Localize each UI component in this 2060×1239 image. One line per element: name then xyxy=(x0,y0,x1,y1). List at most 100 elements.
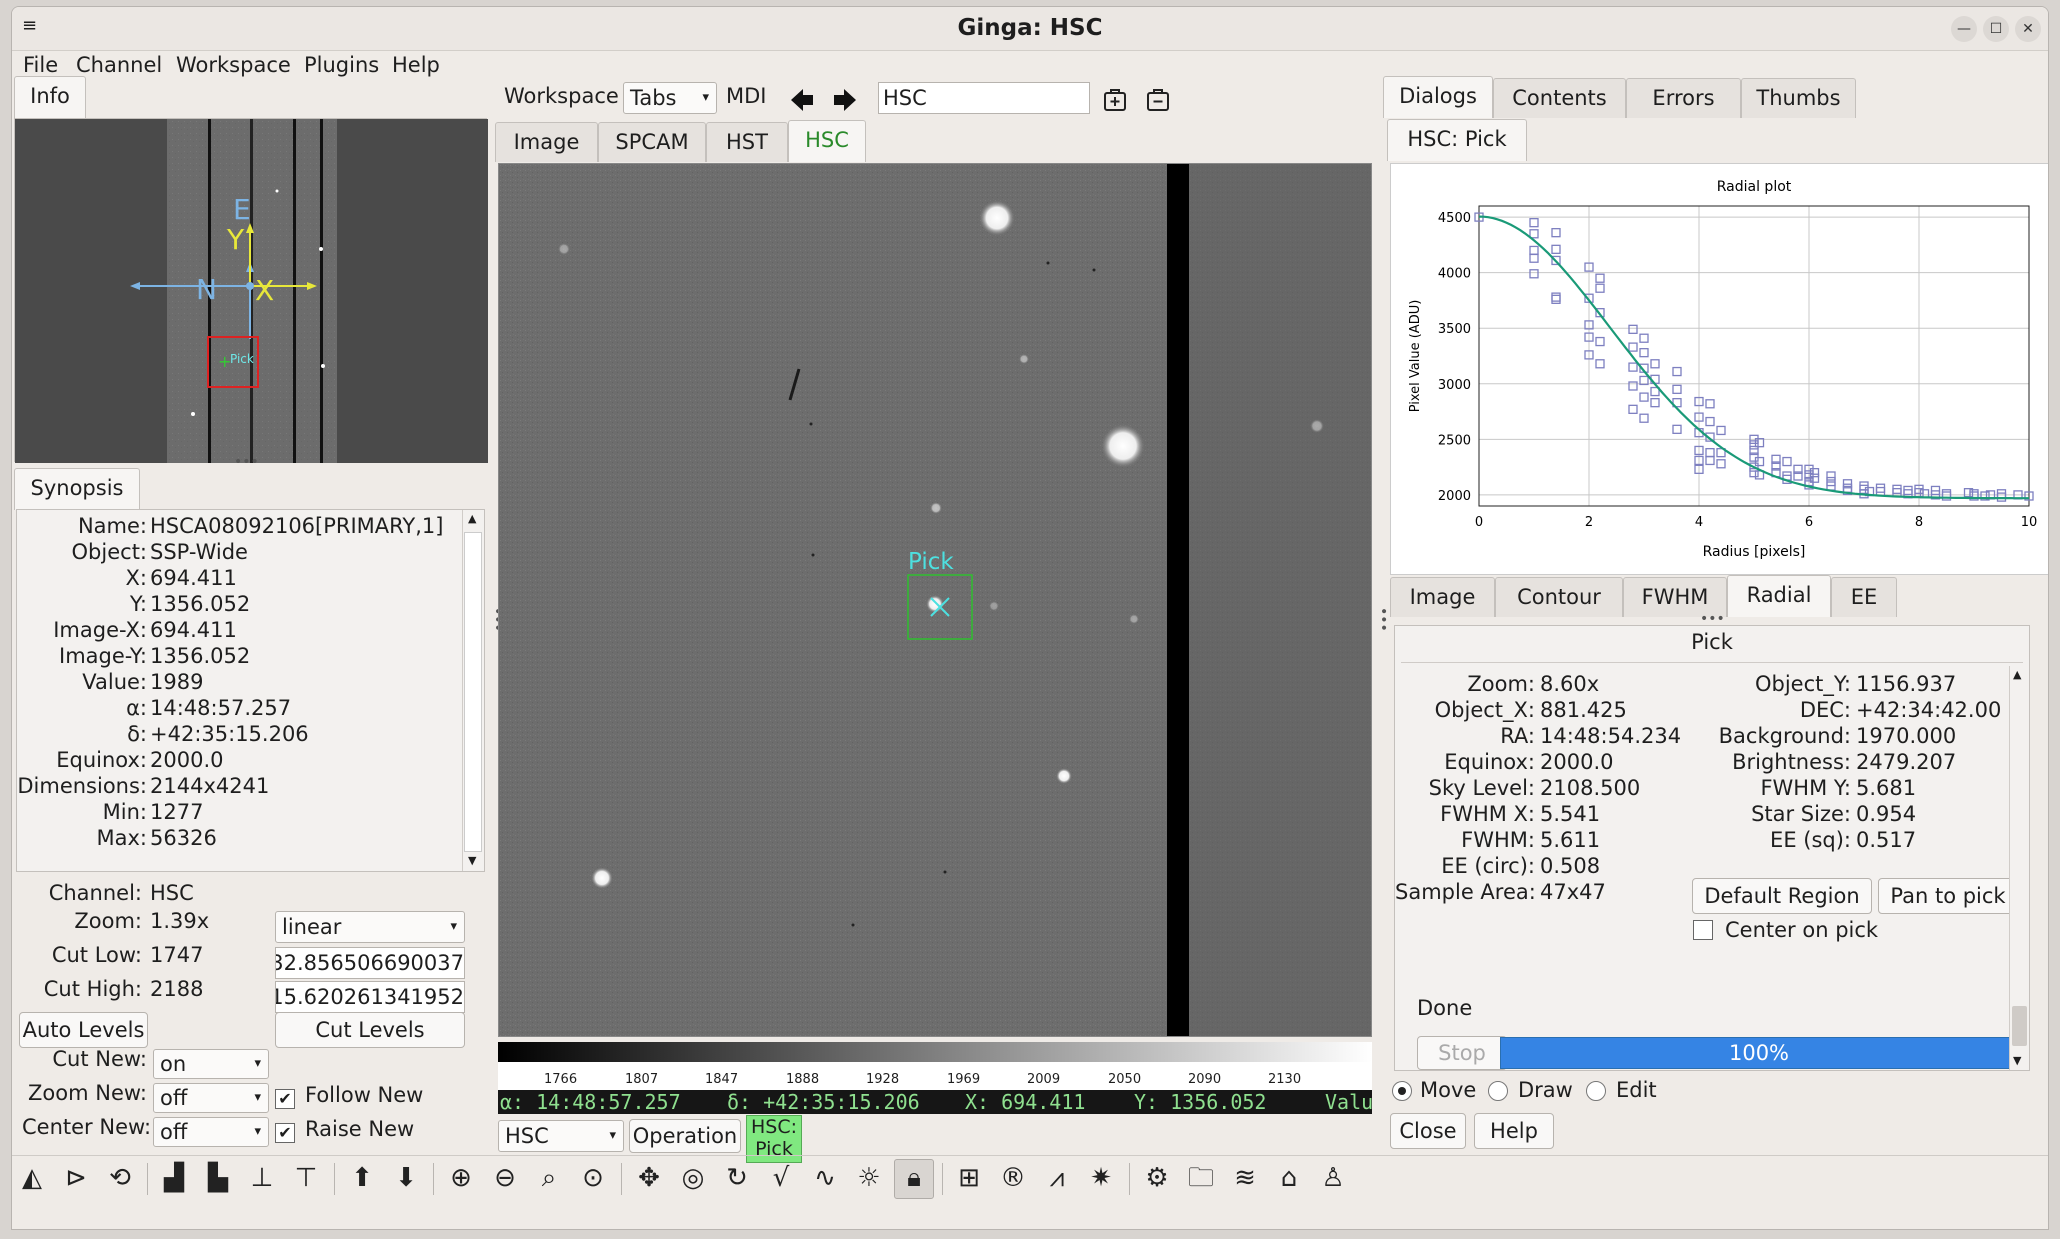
layers-icon[interactable]: ≋ xyxy=(1229,1162,1261,1194)
tab-dialogs[interactable]: Dialogs xyxy=(1383,76,1493,118)
scroll-down-icon[interactable]: ▼ xyxy=(468,854,476,867)
prev-workspace-icon[interactable] xyxy=(789,87,815,113)
scroll-up-icon[interactable]: ▲ xyxy=(2013,668,2021,681)
reset-rotation-icon[interactable]: ® xyxy=(997,1162,1029,1194)
maximize-icon[interactable]: ☐ xyxy=(1983,16,2009,42)
auto-levels-button[interactable]: Auto Levels xyxy=(19,1012,148,1048)
tag-icon[interactable]: ⌂ xyxy=(1273,1162,1305,1194)
close-window-icon[interactable]: ✕ xyxy=(2015,16,2041,42)
delete-workspace-icon[interactable] xyxy=(1145,87,1171,113)
crosshair-icon[interactable]: ⊞ xyxy=(953,1162,985,1194)
microscope-icon[interactable]: ♙ xyxy=(1317,1162,1349,1194)
center-on-pick-checkbox[interactable] xyxy=(1693,920,1713,940)
center-new-select[interactable]: off xyxy=(153,1117,269,1147)
zoom-in-icon[interactable]: ⊕ xyxy=(445,1162,477,1194)
pick-scrollbar[interactable]: ▲ ▼ xyxy=(2009,666,2029,1070)
tab-hsc-pick[interactable]: HSC: Pick xyxy=(1387,119,1527,161)
tab-hst[interactable]: HST xyxy=(706,122,788,162)
splitter-handle-icon[interactable]: ••• xyxy=(234,454,259,470)
menu-channel[interactable]: Channel xyxy=(76,53,162,77)
synopsis-label: Object: xyxy=(71,540,147,564)
zoom-new-select[interactable]: off xyxy=(153,1083,269,1113)
scroll-down-icon[interactable]: ▼ xyxy=(2013,1054,2021,1067)
right-splitter-handle-icon[interactable]: ••• xyxy=(1375,607,1391,632)
zoom-out-icon[interactable]: ⊖ xyxy=(489,1162,521,1194)
center-image-icon[interactable]: ◎ xyxy=(677,1162,709,1194)
menu-file[interactable]: File xyxy=(23,53,58,77)
cut-high-value: 2188 xyxy=(150,977,204,1001)
synopsis-scrollbar[interactable]: ▲ ▼ xyxy=(462,510,484,871)
reset-contrast-icon[interactable]: ⩘ xyxy=(1041,1162,1073,1194)
follow-new-checkbox[interactable]: ✔ xyxy=(275,1089,295,1109)
pan-image[interactable]: E N Y X Pick + xyxy=(15,119,488,463)
menu-plugins[interactable]: Plugins xyxy=(304,53,379,77)
minimize-icon[interactable]: — xyxy=(1951,16,1977,42)
mode-edit-radio[interactable] xyxy=(1586,1081,1606,1101)
menu-workspace[interactable]: Workspace xyxy=(176,53,291,77)
fits-image[interactable]: Pick xyxy=(499,164,1372,1037)
rotate-neg90-icon[interactable]: ▙ xyxy=(202,1162,234,1194)
open-folder-icon[interactable]: 🗀 xyxy=(1185,1162,1217,1194)
close-button[interactable]: Close xyxy=(1390,1113,1466,1149)
pan-to-pick-button[interactable]: Pan to pick xyxy=(1878,878,2018,914)
tab-plot-ee[interactable]: EE xyxy=(1831,577,1897,617)
scale-select[interactable]: linear xyxy=(275,911,465,943)
tab-thumbs[interactable]: Thumbs xyxy=(1741,78,1856,118)
help-button[interactable]: Help xyxy=(1474,1113,1554,1149)
menu-help[interactable]: Help xyxy=(392,53,440,77)
settings-icon[interactable]: ⚙ xyxy=(1141,1162,1173,1194)
stop-button[interactable]: Stop xyxy=(1417,1036,1507,1070)
tab-contents[interactable]: Contents xyxy=(1493,78,1626,118)
data-point xyxy=(1749,440,1759,450)
tab-plot-image[interactable]: Image xyxy=(1390,577,1495,617)
cuts-mode-icon[interactable]: √ xyxy=(765,1162,797,1194)
workspace-mode-select[interactable]: Tabs xyxy=(623,82,717,114)
next-workspace-icon[interactable] xyxy=(832,87,858,113)
tab-synopsis[interactable]: Synopsis xyxy=(14,468,140,510)
tab-plot-contour[interactable]: Contour xyxy=(1495,577,1623,617)
operation-button[interactable]: Operation xyxy=(629,1119,741,1153)
rotate-90-icon[interactable]: ▟ xyxy=(158,1162,190,1194)
workspace-name-entry[interactable]: HSC xyxy=(878,82,1090,114)
scroll-thumb[interactable] xyxy=(464,532,482,852)
flip-x-icon[interactable]: ◭ xyxy=(16,1162,48,1194)
scroll-up-icon[interactable]: ▲ xyxy=(468,512,476,525)
rotate-mode-icon[interactable]: ↻ xyxy=(721,1162,753,1194)
radial-plot[interactable]: 0 2 4 6 8 10 2000 2500 3000 3500 4000 4500 Radial pl… xyxy=(1391,164,2049,576)
cut-new-select[interactable]: on xyxy=(153,1049,269,1079)
mdi-label[interactable]: MDI xyxy=(726,84,766,108)
next-image-icon[interactable]: ⬇ xyxy=(390,1162,422,1194)
tab-hsc[interactable]: HSC xyxy=(788,120,866,162)
orient-rh-icon[interactable]: ⊤ xyxy=(290,1162,322,1194)
pan-mode-icon[interactable]: ✥ xyxy=(633,1162,665,1194)
scroll-thumb[interactable] xyxy=(2012,1006,2027,1046)
mode-move-radio[interactable] xyxy=(1392,1081,1412,1101)
raise-new-checkbox[interactable]: ✔ xyxy=(275,1123,295,1143)
prev-image-icon[interactable]: ⬆ xyxy=(346,1162,378,1194)
zoom-fit-icon[interactable]: ⌕ xyxy=(533,1162,565,1194)
pan-compass-e-label: E xyxy=(233,193,251,226)
tab-errors[interactable]: Errors xyxy=(1626,78,1741,118)
contrast-mode-icon[interactable]: ∿ xyxy=(809,1162,841,1194)
tab-plot-radial[interactable]: Radial xyxy=(1727,575,1831,617)
cut-low-entry[interactable]: -32.856506690037 xyxy=(275,947,465,979)
tab-spcam[interactable]: SPCAM xyxy=(598,122,706,162)
cut-levels-button[interactable]: Cut Levels xyxy=(275,1012,465,1048)
tab-image[interactable]: Image xyxy=(495,122,598,162)
flip-y-icon[interactable]: ⊳ xyxy=(60,1162,92,1194)
cut-high-entry[interactable]: 2015.620261341952 xyxy=(275,981,465,1013)
orient-lh-icon[interactable]: ⊥ xyxy=(246,1162,278,1194)
brightness-icon[interactable]: ☼ xyxy=(853,1162,885,1194)
image-viewer[interactable]: Pick xyxy=(498,163,1372,1037)
channel-select[interactable]: HSC xyxy=(498,1120,624,1152)
zoom-1-to-1-icon[interactable]: ⊙ xyxy=(577,1162,609,1194)
default-region-button[interactable]: Default Region xyxy=(1692,878,1872,914)
plugin-badge-line: Pick xyxy=(755,1138,793,1160)
lock-icon[interactable]: 🔒︎ xyxy=(898,1162,930,1194)
add-workspace-icon[interactable] xyxy=(1102,87,1128,113)
auto-cuts-icon[interactable]: ✷ xyxy=(1085,1162,1117,1194)
swap-xy-icon[interactable]: ⟲ xyxy=(104,1162,136,1194)
colorbar[interactable] xyxy=(498,1042,1372,1062)
mode-draw-radio[interactable] xyxy=(1488,1081,1508,1101)
tab-info[interactable]: Info xyxy=(14,76,86,118)
